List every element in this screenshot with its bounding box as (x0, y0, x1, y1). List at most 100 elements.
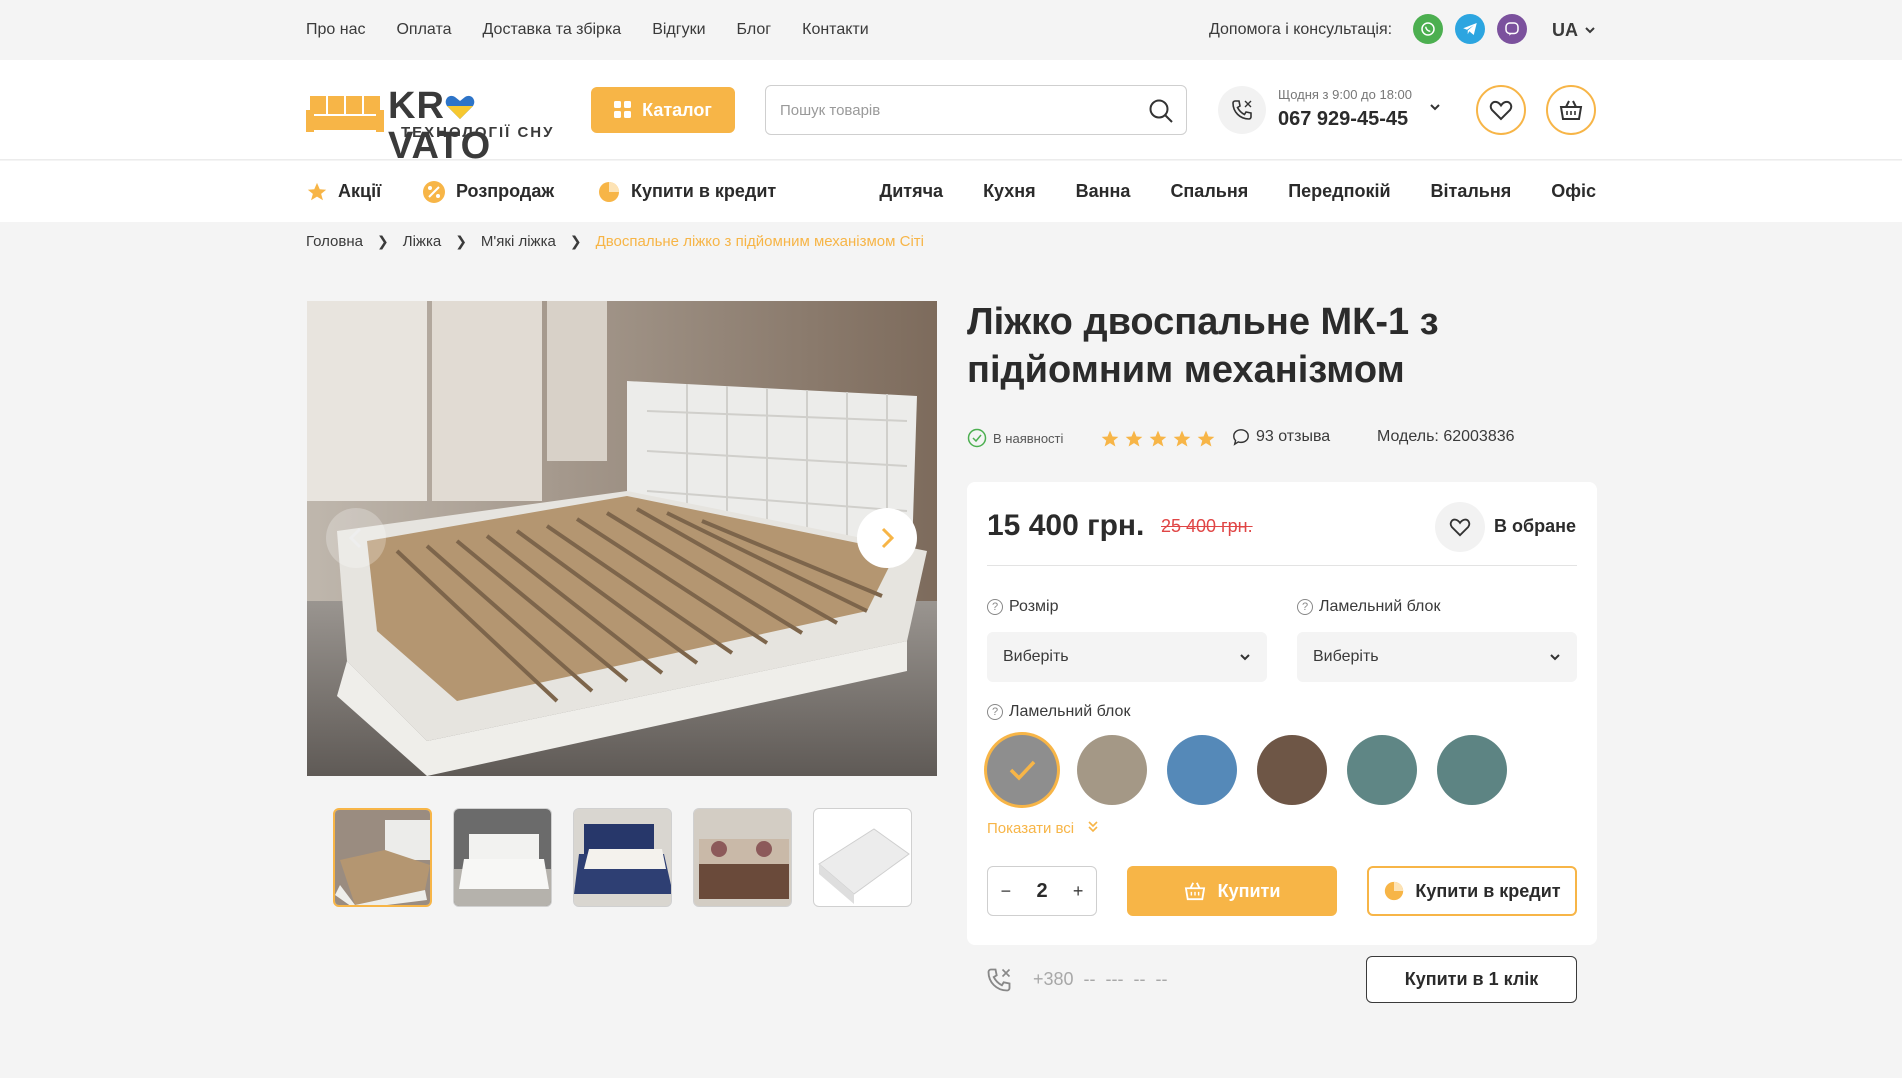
star-icon (307, 182, 327, 200)
stock-status: В наявності (967, 428, 1063, 448)
color-swatch[interactable] (1257, 735, 1327, 805)
buy-label: Купити (1217, 880, 1281, 901)
gallery-thumbnail[interactable] (453, 808, 552, 907)
phone-icon (987, 968, 1011, 992)
pie-chart-icon (1385, 881, 1404, 901)
product-title: Ліжко двоспальне МК-1 з підйомним механі… (967, 301, 1439, 391)
bed-photo (307, 301, 937, 776)
breadcrumb-beds[interactable]: Ліжка (403, 233, 441, 250)
phone-icon (1218, 86, 1266, 134)
help-icon[interactable]: ? (1297, 599, 1313, 615)
catalog-button[interactable]: Каталог (591, 87, 735, 133)
color-swatch[interactable] (1347, 735, 1417, 805)
chevron-left-icon (348, 527, 362, 549)
top-nav-link-payment[interactable]: Оплата (396, 21, 451, 39)
increase-quantity-button[interactable]: + (1073, 881, 1084, 902)
top-nav-link-reviews[interactable]: Відгуки (652, 21, 705, 39)
gallery-thumbnail[interactable] (813, 808, 912, 907)
nav-item-sales-label: Акції (338, 181, 382, 201)
color-label-text: Ламельний блок (1009, 703, 1131, 720)
sofa-logo-icon (306, 96, 384, 132)
chevron-down-icon[interactable] (1428, 100, 1442, 114)
help-label: Допомога і консультація: (1209, 21, 1393, 38)
messenger-links (1413, 14, 1527, 44)
heart-icon (1489, 100, 1513, 121)
nav-item-clearance-label: Розпродаж (456, 181, 555, 201)
nav-item-bedroom[interactable]: Спальня (1170, 181, 1248, 202)
whatsapp-icon[interactable] (1413, 14, 1443, 44)
search-input[interactable] (780, 86, 1130, 134)
buy-button[interactable]: Купити (1127, 866, 1337, 916)
buy-on-credit-button[interactable]: Купити в кредит (1367, 866, 1577, 916)
star-icon (1149, 430, 1167, 447)
lamel-select[interactable]: Виберіть (1297, 632, 1577, 682)
room-categories: Дитяча Кухня Ванна Спальня Передпокій Ві… (879, 161, 1596, 222)
chevron-right-icon: ❯ (569, 233, 582, 249)
double-chevron-down-icon (1088, 821, 1098, 833)
add-to-favorites-button[interactable] (1435, 502, 1485, 552)
nav-item-kitchen[interactable]: Кухня (983, 181, 1036, 202)
top-bar: Про нас Оплата Доставка та збірка Відгук… (0, 0, 1902, 60)
show-all-label: Показати всі (987, 820, 1075, 837)
color-swatch[interactable] (1077, 735, 1147, 805)
nav-item-kids[interactable]: Дитяча (879, 181, 943, 202)
wishlist-button[interactable] (1476, 85, 1526, 135)
gallery-thumbnail[interactable] (573, 808, 672, 907)
show-all-colors-link[interactable]: Показати всі (987, 820, 1098, 837)
color-swatch[interactable] (1167, 735, 1237, 805)
site-header: KRVATO ТЕХНОЛОГІЇ СНУ Каталог Щодня з 9:… (0, 60, 1902, 166)
nav-item-clearance[interactable]: Розпродаж (422, 161, 554, 222)
nav-item-office[interactable]: Офіс (1551, 181, 1596, 202)
viber-icon[interactable] (1497, 14, 1527, 44)
size-select[interactable]: Виберіть (987, 632, 1267, 682)
quantity-stepper: − 2 + (987, 866, 1097, 916)
breadcrumb-soft-beds[interactable]: М'які ліжка (481, 233, 556, 250)
top-nav-link-contacts[interactable]: Контакти (802, 21, 869, 39)
cart-button[interactable] (1546, 85, 1596, 135)
size-option-label: ? Розмір (987, 598, 1058, 616)
color-swatch[interactable] (1437, 735, 1507, 805)
reviews-link[interactable]: 93 отзыва (1232, 428, 1330, 446)
chevron-down-icon (1585, 27, 1595, 34)
star-icon (1197, 430, 1215, 447)
decrease-quantity-button[interactable]: − (1001, 881, 1012, 902)
search-icon[interactable] (1148, 98, 1174, 124)
language-selector[interactable]: UA (1552, 0, 1596, 60)
gallery-thumbnail[interactable] (693, 808, 792, 907)
nav-item-hallway[interactable]: Передпокій (1288, 181, 1390, 202)
logo-subtitle: ТЕХНОЛОГІЇ СНУ (401, 124, 555, 141)
nav-item-credit-label: Купити в кредит (631, 181, 777, 201)
one-click-phone-input[interactable] (1033, 961, 1333, 997)
stock-label: В наявності (993, 430, 1064, 446)
nav-item-sales[interactable]: Акції (306, 161, 381, 222)
nav-item-credit[interactable]: Купити в кредит (597, 161, 776, 222)
gallery-thumbnail[interactable] (333, 808, 432, 907)
help-icon[interactable]: ? (987, 704, 1003, 720)
color-swatch[interactable] (987, 735, 1057, 805)
quantity-value[interactable]: 2 (1036, 880, 1047, 903)
check-icon (1009, 760, 1036, 781)
nav-item-living-room[interactable]: Вітальня (1431, 181, 1512, 202)
top-nav-link-blog[interactable]: Блог (737, 21, 772, 39)
divider (987, 565, 1577, 566)
add-to-favorites-label[interactable]: В обране (1494, 516, 1576, 537)
star-icon (1125, 430, 1143, 447)
top-nav-link-about[interactable]: Про нас (306, 21, 365, 39)
top-nav-link-delivery[interactable]: Доставка та збірка (483, 21, 622, 39)
one-click-buy-button[interactable]: Купити в 1 клік (1366, 956, 1577, 1003)
basket-icon (1559, 100, 1583, 120)
heart-logo-icon (445, 95, 475, 119)
site-logo[interactable]: KRVATO ТЕХНОЛОГІЇ СНУ (306, 86, 561, 166)
search-box (765, 85, 1187, 135)
heart-icon (1449, 518, 1471, 537)
phone-number[interactable]: 067 929-45-45 (1278, 108, 1408, 131)
nav-item-bath[interactable]: Ванна (1076, 181, 1131, 202)
gallery-prev-button[interactable] (326, 508, 386, 568)
help-icon[interactable]: ? (987, 599, 1003, 615)
chevron-down-icon (1240, 654, 1250, 661)
top-nav: Про нас Оплата Доставка та збірка Відгук… (306, 0, 869, 60)
telegram-icon[interactable] (1455, 14, 1485, 44)
comment-icon (1233, 429, 1249, 446)
gallery-next-button[interactable] (857, 508, 917, 568)
breadcrumb-home[interactable]: Головна (306, 233, 363, 250)
